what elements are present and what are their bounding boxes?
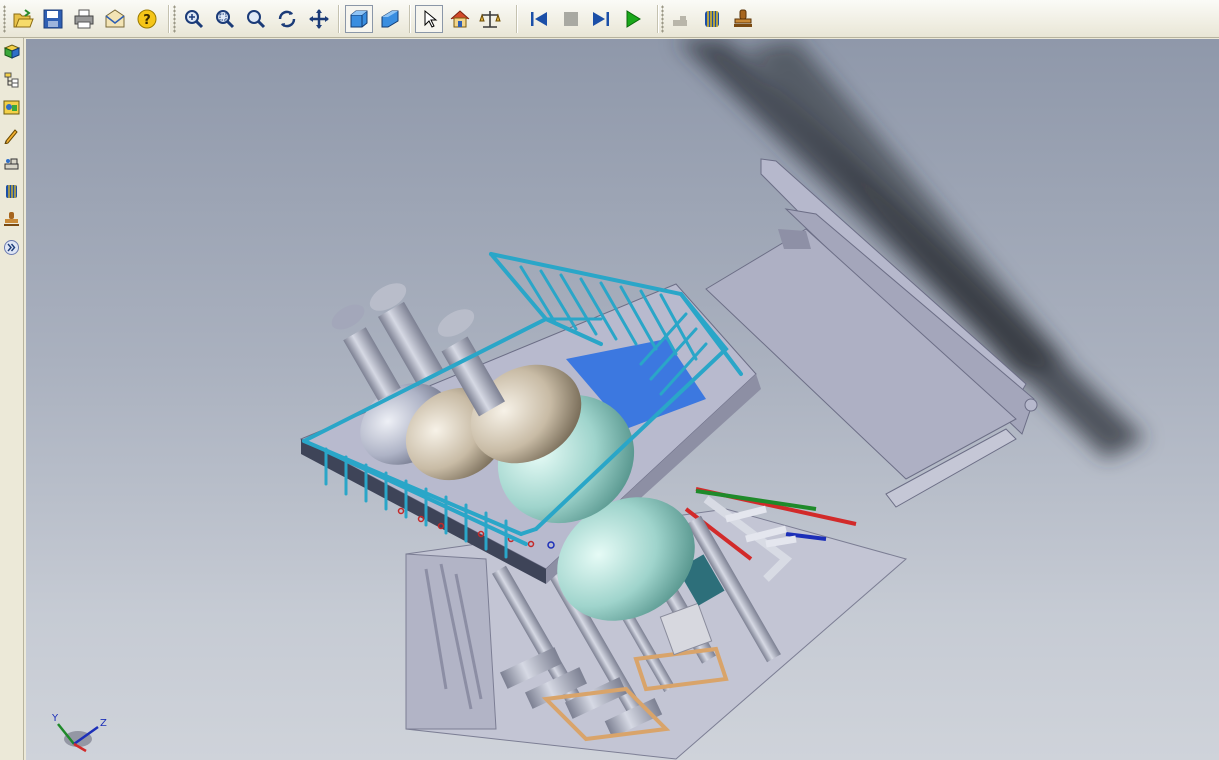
pan-button[interactable] xyxy=(305,5,333,33)
section-icon xyxy=(6,185,17,198)
zoom-in-out-icon xyxy=(216,10,235,29)
explode-button[interactable] xyxy=(667,5,695,33)
toolbar-grip[interactable] xyxy=(661,5,664,33)
markup-button[interactable] xyxy=(1,125,22,146)
toolbar-grip[interactable] xyxy=(173,5,176,33)
home-view-button[interactable] xyxy=(446,5,474,33)
tree-icon xyxy=(4,72,19,88)
open-button[interactable] xyxy=(9,5,37,33)
svg-text:?: ? xyxy=(143,13,151,28)
triad-z-label: Z xyxy=(100,718,107,729)
explode-icon xyxy=(4,158,19,170)
toolbar-grip[interactable] xyxy=(3,5,6,33)
toolbar-separator xyxy=(168,5,170,33)
zoom-fit-button[interactable] xyxy=(242,5,270,33)
open-icon xyxy=(13,9,34,28)
toolbar-separator xyxy=(409,5,411,33)
measure-button[interactable] xyxy=(476,5,504,33)
zoom-window-icon xyxy=(185,10,204,29)
send-button[interactable] xyxy=(101,5,129,33)
print-icon xyxy=(74,9,94,29)
chevron-double-right-icon xyxy=(4,240,19,255)
save-icon xyxy=(43,9,63,29)
toolbar-separator xyxy=(657,5,659,33)
rotate-button[interactable] xyxy=(273,5,301,33)
zoom-fit-icon xyxy=(247,10,266,29)
stamp-icon xyxy=(734,9,752,27)
stamp-button[interactable] xyxy=(729,5,757,33)
perspective-view-button[interactable] xyxy=(376,5,404,33)
save-button[interactable] xyxy=(39,5,67,33)
section-side-button[interactable] xyxy=(1,181,22,202)
shaded-view-icon xyxy=(350,10,368,28)
explode-side-button[interactable] xyxy=(1,153,22,174)
stop-icon xyxy=(564,12,578,26)
play-button[interactable] xyxy=(619,5,647,33)
markup-icon xyxy=(4,129,18,144)
3d-model-scene: Y Z xyxy=(51,39,1146,760)
section-button[interactable] xyxy=(698,5,726,33)
home-view-icon xyxy=(450,10,470,28)
assembly-icon xyxy=(3,44,20,59)
axis-triad: Y Z xyxy=(51,713,107,753)
help-button[interactable]: ? xyxy=(133,5,161,33)
select-icon xyxy=(424,9,438,28)
pan-icon xyxy=(309,9,329,29)
shaded-view-button[interactable] xyxy=(345,5,373,33)
stop-button[interactable] xyxy=(557,5,585,33)
stamp-icon xyxy=(4,212,19,226)
send-icon xyxy=(105,9,125,28)
main-toolbar: ? xyxy=(0,0,1219,38)
first-step-icon xyxy=(531,12,547,26)
measure-icon xyxy=(479,11,501,28)
next-step-button[interactable] xyxy=(587,5,615,33)
zoom-in-out-button[interactable] xyxy=(211,5,239,33)
properties-button[interactable] xyxy=(1,97,22,118)
perspective-view-icon xyxy=(381,10,399,28)
toolbar-separator xyxy=(338,5,340,33)
play-icon xyxy=(626,10,641,28)
select-button[interactable] xyxy=(415,5,443,33)
explode-icon xyxy=(673,16,687,26)
left-toolbar xyxy=(0,38,24,760)
rotate-icon xyxy=(278,10,296,28)
print-button[interactable] xyxy=(70,5,98,33)
help-icon: ? xyxy=(137,9,157,29)
tree-button[interactable] xyxy=(1,69,22,90)
assembly-button[interactable] xyxy=(1,41,22,62)
triad-y-label: Y xyxy=(51,713,59,724)
section-icon xyxy=(705,11,719,27)
stamp-side-button[interactable] xyxy=(1,209,22,230)
first-step-button[interactable] xyxy=(525,5,553,33)
3d-viewport[interactable]: Y Z xyxy=(26,39,1219,760)
properties-icon xyxy=(3,100,20,115)
next-step-icon xyxy=(593,12,609,26)
zoom-window-button[interactable] xyxy=(180,5,208,33)
toolbar-separator xyxy=(516,5,518,33)
expand-toolbar-button[interactable] xyxy=(1,237,22,258)
